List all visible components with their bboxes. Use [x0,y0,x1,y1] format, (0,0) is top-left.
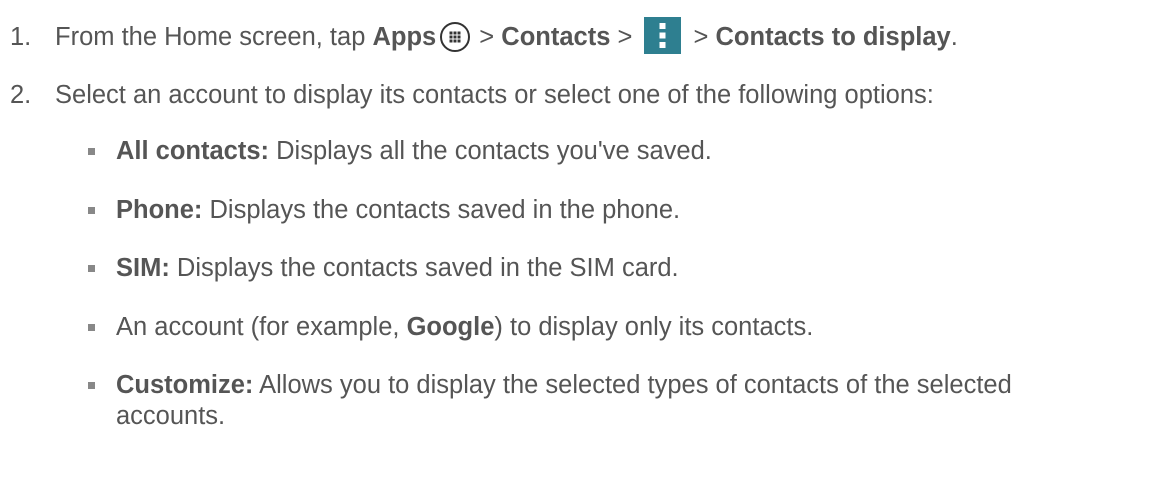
step-text: Select an account to display its contact… [55,81,934,109]
bullet-square-icon [88,382,95,390]
option-name: Google [406,312,495,341]
apps-label: Apps [372,23,437,51]
separator: > [686,23,716,51]
option-description: ) to display only its contacts. [494,312,814,341]
list-item: Customize: Allows you to display the sel… [88,370,1128,432]
list-item: SIM: Displays the contacts saved in the … [88,253,1128,284]
list-item: An account (for example, Google) to disp… [88,312,1128,343]
bullet-square-icon [88,323,95,331]
more-vertical-icon [644,17,682,54]
option-description: Displays the contacts saved in the phone… [202,195,681,224]
contacts-to-display-label: Contacts to display [715,23,951,51]
bullet-square-icon [88,148,95,155]
step-number: 1. [10,23,32,51]
option-name: Phone: [116,195,203,224]
options-list: All contacts: Displays all the contacts … [88,136,1128,461]
step-2: 2. Select an account to display its conta… [0,80,934,111]
separator: > [610,23,640,51]
bullet-square-icon [88,206,95,214]
list-item: Phone: Displays the contacts saved in th… [88,195,1128,226]
contacts-label: Contacts [501,23,611,51]
step-number: 2. [10,81,32,109]
option-description: Displays all the contacts you've saved. [269,137,712,165]
option-name: All contacts: [116,137,270,165]
period: . [950,23,958,51]
option-name: Customize: [116,371,254,400]
step-text: From the Home screen, tap [55,23,373,51]
option-name: SIM: [116,254,170,283]
step-1: 1. From the Home screen, tap Apps > Conta… [0,17,958,54]
apps-grid-icon [440,22,471,52]
bullet-square-icon [88,265,95,273]
option-prefix: An account (for example, [116,312,407,341]
list-item: All contacts: Displays all the contacts … [88,136,1128,167]
option-description: Displays the contacts saved in the SIM c… [169,254,679,283]
separator: > [472,23,502,51]
page: { "steps": [ { "number": "1.", "text_bef… [0,0,1150,482]
